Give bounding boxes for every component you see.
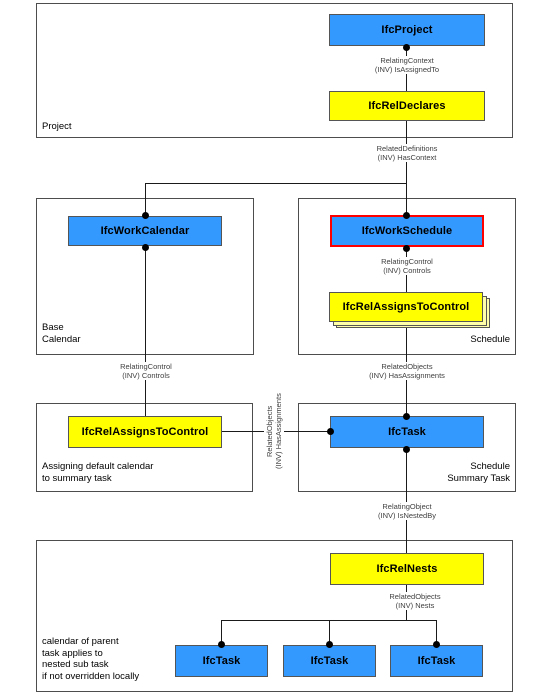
group-schedule-summary-task-label: Schedule Summary Task: [447, 461, 510, 484]
edge-label-related-objects-vertical: RelatedObjects (INV) HasAssignments: [264, 379, 284, 483]
node-ifc-task-summary-label: IfcTask: [388, 426, 426, 438]
connection-dot-task-bottom: [403, 446, 410, 453]
group-assigning-default-calendar-label: Assigning default calendar to summary ta…: [42, 461, 154, 484]
connection-dot-task-left: [327, 428, 334, 435]
edge-task-to-relnests: [406, 448, 407, 553]
connection-dot-project-bottom: [403, 44, 410, 51]
group-schedule-label: Schedule: [470, 334, 510, 345]
node-ifc-task-sub-1-label: IfcTask: [202, 655, 241, 667]
connection-dot-task-top: [403, 413, 410, 420]
node-ifc-work-calendar[interactable]: IfcWorkCalendar: [68, 216, 222, 246]
connection-dot-workschedule-top: [403, 212, 410, 219]
connection-dot-subtask-2: [326, 641, 333, 648]
group-project-label: Project: [42, 121, 72, 132]
connection-dot-workschedule-bottom: [403, 245, 410, 252]
node-ifc-rel-assigns-to-control-calendar-label: IfcRelAssignsToControl: [81, 426, 209, 438]
node-ifc-task-sub-3[interactable]: IfcTask: [390, 645, 483, 677]
node-ifc-rel-nests[interactable]: IfcRelNests: [330, 553, 484, 585]
node-ifc-task-sub-2[interactable]: IfcTask: [283, 645, 376, 677]
group-base-calendar-label: Base Calendar: [42, 322, 81, 345]
node-ifc-rel-assigns-to-control-calendar[interactable]: IfcRelAssignsToControl: [68, 416, 222, 448]
node-ifc-rel-assigns-to-control-schedule[interactable]: IfcRelAssignsToControl: [329, 292, 483, 322]
edge-label-related-definitions: RelatedDefinitions (INV) HasContext: [352, 144, 462, 162]
edge-workcalendar-to-relassigns: [145, 246, 146, 416]
node-ifc-rel-nests-label: IfcRelNests: [376, 563, 438, 575]
node-ifc-task-sub-1[interactable]: IfcTask: [175, 645, 268, 677]
connection-dot-workcalendar-bottom: [142, 244, 149, 251]
node-ifc-task-sub-3-label: IfcTask: [417, 655, 456, 667]
connection-dot-workcalendar-top: [142, 212, 149, 219]
node-ifc-project-label: IfcProject: [381, 24, 433, 36]
node-ifc-work-calendar-label: IfcWorkCalendar: [100, 225, 190, 237]
group-nesting-label: calendar of parent task applies to neste…: [42, 636, 140, 682]
connection-dot-subtask-3: [433, 641, 440, 648]
edge-label-related-objects-nests: RelatedObjects (INV) Nests: [376, 592, 454, 610]
edge-split-bar-calendar-schedule: [145, 183, 407, 184]
node-ifc-task-summary[interactable]: IfcTask: [330, 416, 484, 448]
node-ifc-rel-declares-label: IfcRelDeclares: [368, 100, 446, 112]
edge-label-related-objects-task: RelatedObjects (INV) HasAssignments: [352, 362, 462, 380]
node-ifc-task-sub-2-label: IfcTask: [310, 655, 349, 667]
diagram-canvas: Project IfcProject RelatingContext (INV)…: [0, 0, 550, 700]
node-ifc-project[interactable]: IfcProject: [329, 14, 485, 46]
edge-label-relating-context: RelatingContext (INV) IsAssignedTo: [352, 56, 462, 74]
node-ifc-rel-assigns-to-control-schedule-label: IfcRelAssignsToControl: [342, 301, 470, 313]
node-ifc-work-schedule-label: IfcWorkSchedule: [361, 225, 453, 237]
edge-label-relating-control-calendar: RelatingControl (INV) Controls: [91, 362, 201, 380]
edge-label-relating-control-schedule: RelatingControl (INV) Controls: [352, 257, 462, 275]
connection-dot-subtask-1: [218, 641, 225, 648]
node-ifc-rel-declares[interactable]: IfcRelDeclares: [329, 91, 485, 121]
node-ifc-work-schedule[interactable]: IfcWorkSchedule: [330, 215, 484, 247]
edge-label-relating-object: RelatingObject (INV) IsNestedBy: [352, 502, 462, 520]
